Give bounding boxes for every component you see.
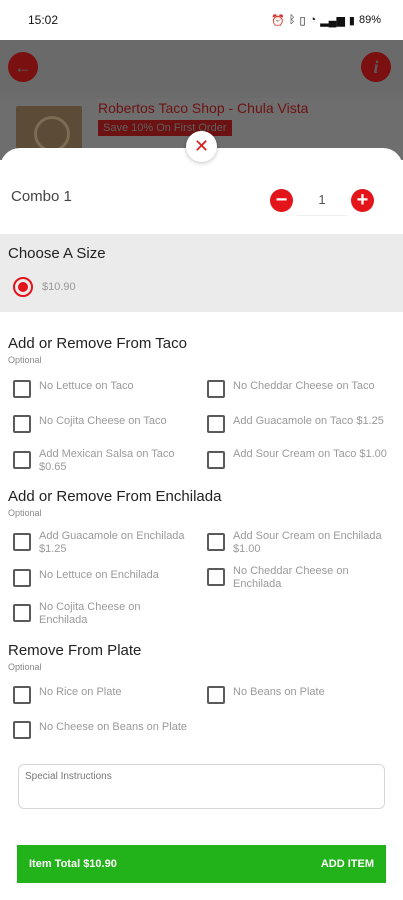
radio-selected-icon[interactable] — [13, 277, 33, 297]
alarm-icon: ⏰ — [271, 14, 285, 27]
option-checkbox[interactable]: No Cheese on Beans on Plate — [13, 721, 219, 739]
battery-level: 89% — [358, 14, 381, 26]
minus-icon[interactable]: − — [270, 188, 293, 212]
group-title-enchilada: Add or Remove From Enchilada — [8, 488, 222, 505]
option-label: Add Guacamole on Enchilada $1.25 — [39, 530, 185, 555]
checkbox[interactable] — [13, 451, 31, 469]
option-label: No Rice on Plate — [39, 686, 122, 698]
item-name: Combo 1 — [11, 188, 72, 205]
checkbox[interactable] — [13, 415, 31, 433]
checkbox[interactable] — [207, 686, 225, 704]
size-title: Choose A Size — [8, 245, 106, 262]
option-checkbox[interactable]: Add Mexican Salsa on Taco $0.65 — [13, 448, 194, 474]
status-time: 15:02 — [28, 13, 59, 27]
checkbox[interactable] — [207, 533, 225, 551]
add-item-label: ADD ITEM — [320, 858, 374, 870]
item-header: Combo 1 − 1 + — [0, 170, 403, 222]
option-label: No Cojita Cheese on Taco — [39, 415, 167, 427]
size-option-label: $10.90 — [42, 281, 76, 293]
option-label: No Lettuce on Enchilada — [39, 569, 159, 581]
checkbox[interactable] — [207, 568, 225, 586]
option-checkbox[interactable]: No Cojita Cheese on Taco — [13, 415, 194, 433]
plus-icon[interactable]: + — [351, 188, 374, 212]
group-subtitle-plate: Optional — [8, 662, 42, 672]
checkbox[interactable] — [13, 686, 31, 704]
group-title-plate: Remove From Plate — [8, 642, 142, 659]
option-checkbox[interactable]: Add Sour Cream on Taco $1.00 — [207, 448, 388, 469]
option-label: Add Sour Cream on Taco $1.00 — [233, 448, 387, 460]
special-instructions-placeholder: Special Instructions — [25, 771, 112, 782]
status-bar: 15:02 ⏰ ᛒ ▯ ◔ ▂▄▆ ▮ 89% — [0, 0, 403, 40]
checkbox[interactable] — [13, 721, 31, 739]
option-checkbox[interactable]: Add Guacamole on Enchilada $1.25 — [13, 530, 194, 556]
background-header: ← i — [0, 40, 403, 90]
promo-badge: Save 10% On First Order — [98, 120, 232, 136]
checkbox[interactable] — [13, 533, 31, 551]
bluetooth-icon: ᛒ — [288, 14, 296, 26]
checkbox[interactable] — [13, 569, 31, 587]
group-title-taco: Add or Remove From Taco — [8, 335, 187, 352]
checkbox[interactable] — [13, 604, 31, 622]
store-name: Robertos Taco Shop - Chula Vista — [98, 100, 309, 116]
signal-icon: ▂▄▆ — [320, 14, 345, 27]
option-checkbox[interactable]: No Cheddar Cheese on Enchilada — [207, 565, 368, 591]
vibrate-icon: ▯ — [299, 14, 306, 27]
checkbox[interactable] — [207, 380, 225, 398]
option-checkbox[interactable]: No Cojita Cheese on Enchilada — [13, 601, 164, 627]
size-section: Choose A Size $10.90 — [0, 234, 403, 312]
option-label: No Cojita Cheese on Enchilada — [39, 601, 141, 626]
checkbox[interactable] — [207, 451, 225, 469]
info-icon[interactable]: i — [361, 52, 391, 82]
add-item-button[interactable]: Item Total $10.90 ADD ITEM — [17, 845, 386, 883]
checkbox[interactable] — [207, 415, 225, 433]
item-total: Item Total $10.90 — [29, 858, 117, 870]
option-label: No Lettuce on Taco — [39, 380, 134, 392]
option-label: Add Guacamole on Taco $1.25 — [233, 415, 384, 427]
back-arrow-icon[interactable]: ← — [8, 52, 38, 82]
option-label: No Cheddar Cheese on Enchilada — [233, 565, 349, 590]
group-subtitle-enchilada: Optional — [8, 508, 42, 518]
quantity-value[interactable]: 1 — [297, 184, 347, 216]
option-label: No Beans on Plate — [233, 686, 325, 698]
close-icon[interactable]: ✕ — [186, 131, 217, 162]
wifi-icon: ◔ — [309, 14, 317, 26]
special-instructions-field[interactable]: Special Instructions — [18, 764, 385, 809]
option-label: No Cheese on Beans on Plate — [39, 721, 187, 733]
option-checkbox[interactable]: No Lettuce on Enchilada — [13, 569, 194, 587]
option-checkbox[interactable]: No Cheddar Cheese on Taco — [207, 380, 403, 398]
option-label: Add Mexican Salsa on Taco $0.65 — [39, 448, 175, 473]
option-checkbox[interactable]: Add Guacamole on Taco $1.25 — [207, 415, 403, 433]
option-checkbox[interactable]: Add Sour Cream on Enchilada $1.00 — [207, 530, 388, 556]
option-label: No Cheddar Cheese on Taco — [233, 380, 375, 392]
status-icons: ⏰ ᛒ ▯ ◔ ▂▄▆ ▮ 89% — [271, 14, 381, 27]
battery-icon: ▮ — [348, 14, 355, 27]
size-option[interactable]: $10.90 — [13, 277, 76, 297]
option-checkbox[interactable]: No Lettuce on Taco — [13, 380, 194, 398]
option-label: Add Sour Cream on Enchilada $1.00 — [233, 530, 382, 555]
quantity-stepper: − 1 + — [270, 184, 374, 216]
group-subtitle-taco: Optional — [8, 355, 42, 365]
checkbox[interactable] — [13, 380, 31, 398]
option-checkbox[interactable]: No Rice on Plate — [13, 686, 194, 704]
option-checkbox[interactable]: No Beans on Plate — [207, 686, 388, 704]
